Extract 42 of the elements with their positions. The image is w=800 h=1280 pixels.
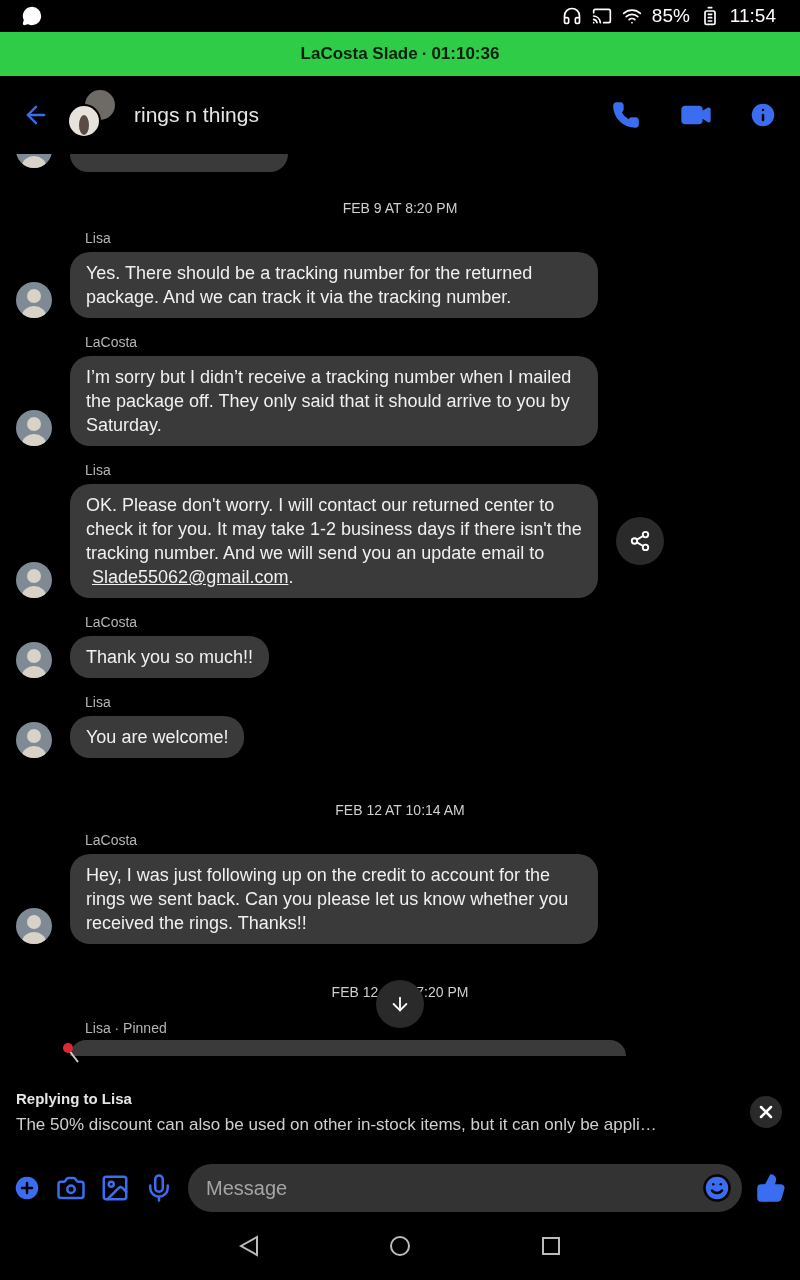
message-bubble: You are welcome! [70, 716, 245, 758]
like-button[interactable] [756, 1173, 786, 1203]
message-bubble: OK. Please don't worry. I will contact our returned center to check it for you. It may take 1-2 business days if there isn't the tracking number. And we will send you an update email to Slade55062@gmail.com. [70, 484, 598, 598]
date-separator: FEB 12 [331, 984, 379, 1000]
message-bubble: Yes. There should be a tracking number for the returned package. And we can track it via the tracking number. [70, 252, 598, 318]
headphones-icon [561, 6, 582, 26]
message-bubble: I’m sorry but I didn’t receive a tracking number when I mailed the package off. They only said that it should arrive to you by Saturday. [70, 356, 598, 446]
sender-name: LaCosta [85, 334, 139, 350]
sender-name: Lisa [85, 462, 112, 478]
add-button[interactable] [12, 1173, 42, 1203]
sender-name: Lisa [85, 694, 112, 710]
sender-name: LaCosta [85, 832, 139, 848]
close-button[interactable] [750, 1096, 782, 1128]
reply-preview: The 50% discount can also be used on other in-stock items, but it can only be appli… [16, 1114, 658, 1135]
battery-percent: 85% [651, 5, 690, 27]
reply-title: Replying to Lisa [16, 1089, 133, 1107]
wifi-icon [621, 6, 642, 26]
pin-icon [62, 1042, 80, 1064]
info-button[interactable] [748, 100, 778, 130]
share-icon [629, 530, 651, 552]
gallery-button[interactable] [100, 1173, 130, 1203]
date-separator: FEB 9 AT 8:20 PM [341, 200, 459, 216]
back-nav-icon[interactable] [239, 1235, 259, 1257]
cast-icon [591, 6, 612, 26]
emoji-icon[interactable] [702, 1173, 732, 1203]
message-field[interactable]: Message [188, 1164, 742, 1212]
message-bubble: Thank you so much!! [70, 636, 270, 678]
message-bubble: Hey, I was just following up on the credit to account for the rings we sent back. Can you please let us know whether you received the rings. Thanks!! [70, 854, 598, 944]
date-separator: FEB 12 AT 10:14 AM [334, 802, 466, 818]
sender-name: LaCosta [85, 614, 139, 630]
sender-name: Lisa · Pinned [85, 1020, 168, 1036]
conversation-title: rings n things [134, 103, 259, 127]
phone-call-button[interactable] [612, 101, 640, 129]
message-field[interactable]: Message [204, 1175, 702, 1201]
email-link[interactable]: Slade55062@gmail.com [92, 567, 289, 587]
clock: 11:54 [729, 5, 776, 27]
home-nav-icon[interactable] [389, 1235, 411, 1257]
messenger-icon [22, 6, 42, 26]
call-banner[interactable]: LaCosta Slade · 01:10:36 [0, 32, 800, 76]
share-button[interactable] [616, 517, 664, 565]
recents-nav-icon[interactable] [541, 1236, 561, 1256]
sender-name: Lisa [85, 230, 112, 246]
